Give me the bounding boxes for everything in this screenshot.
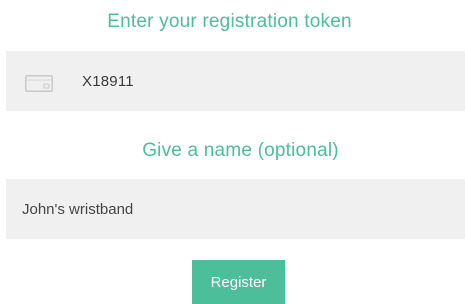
- register-button[interactable]: Register: [192, 260, 285, 304]
- card-icon: [25, 75, 53, 92]
- name-input[interactable]: [6, 179, 465, 239]
- name-field-container: [6, 179, 465, 239]
- token-input[interactable]: [6, 51, 465, 111]
- name-heading: Give a name (optional): [142, 140, 339, 161]
- token-heading: Enter your registration token: [107, 11, 352, 32]
- registration-form: Enter your registration token Give a nam…: [0, 0, 465, 304]
- token-field-container: [6, 51, 465, 111]
